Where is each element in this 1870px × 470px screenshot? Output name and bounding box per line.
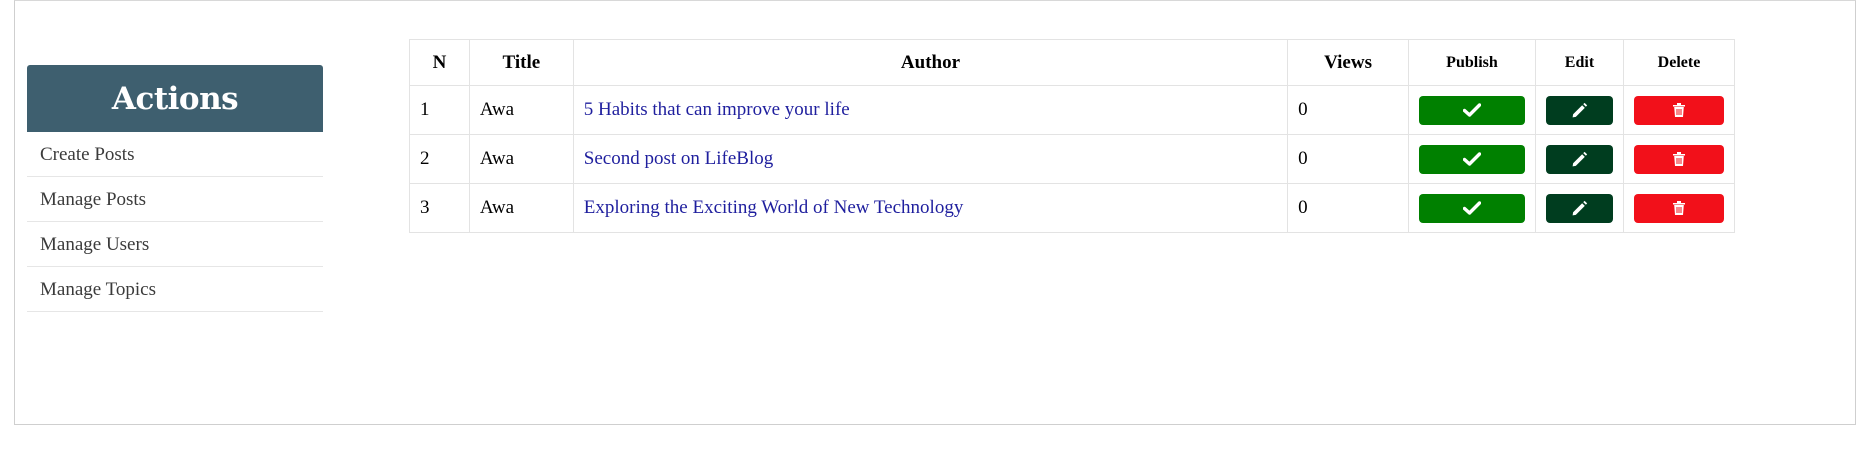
post-link[interactable]: 5 Habits that can improve your life bbox=[584, 99, 850, 120]
pencil-icon bbox=[1572, 151, 1588, 166]
publish-cell bbox=[1407, 134, 1536, 184]
publish-button[interactable] bbox=[1418, 95, 1525, 125]
sidebar: Actions Create Posts Manage Posts Manage… bbox=[27, 65, 323, 312]
sidebar-item-manage-topics[interactable]: Manage Topics bbox=[27, 267, 323, 312]
post-link[interactable]: Exploring the Exciting World of New Tech… bbox=[584, 197, 964, 218]
row-views: 0 bbox=[1287, 85, 1409, 135]
row-author-cell: Second post on LifeBlog bbox=[572, 134, 1289, 184]
sidebar-title: Actions bbox=[27, 65, 323, 132]
row-number: 2 bbox=[409, 134, 470, 184]
trash-icon bbox=[1672, 201, 1685, 215]
pencil-icon bbox=[1572, 102, 1588, 117]
column-header-author: Author bbox=[572, 39, 1289, 86]
edit-button[interactable] bbox=[1545, 144, 1613, 174]
check-icon bbox=[1462, 201, 1481, 215]
column-header-edit: Edit bbox=[1534, 39, 1624, 86]
table-row: 3 Awa Exploring the Exciting World of Ne… bbox=[409, 183, 1736, 233]
edit-button[interactable] bbox=[1545, 193, 1613, 223]
column-header-delete: Delete bbox=[1622, 39, 1736, 86]
check-icon bbox=[1462, 152, 1481, 166]
publish-button[interactable] bbox=[1418, 193, 1525, 223]
posts-table: N Title Author Views Publish Edit Delete… bbox=[409, 39, 1736, 233]
post-link[interactable]: Second post on LifeBlog bbox=[584, 148, 773, 169]
row-views: 0 bbox=[1287, 183, 1409, 233]
publish-button[interactable] bbox=[1418, 144, 1525, 174]
row-title: Awa bbox=[468, 183, 574, 233]
column-header-title: Title bbox=[468, 39, 574, 86]
delete-button[interactable] bbox=[1633, 144, 1724, 174]
row-author-cell: 5 Habits that can improve your life bbox=[572, 85, 1289, 135]
table-row: 2 Awa Second post on LifeBlog 0 bbox=[409, 134, 1736, 184]
delete-button[interactable] bbox=[1633, 95, 1724, 125]
pencil-icon bbox=[1572, 200, 1588, 215]
row-author-cell: Exploring the Exciting World of New Tech… bbox=[572, 183, 1289, 233]
delete-cell bbox=[1622, 85, 1736, 135]
sidebar-item-create-posts[interactable]: Create Posts bbox=[27, 132, 323, 177]
row-title: Awa bbox=[468, 134, 574, 184]
column-header-views: Views bbox=[1287, 39, 1409, 86]
row-number: 3 bbox=[409, 183, 470, 233]
sidebar-item-manage-users[interactable]: Manage Users bbox=[27, 222, 323, 267]
publish-cell bbox=[1407, 85, 1536, 135]
check-icon bbox=[1462, 103, 1481, 117]
row-views: 0 bbox=[1287, 134, 1409, 184]
table-header-row: N Title Author Views Publish Edit Delete bbox=[409, 39, 1736, 86]
edit-cell bbox=[1534, 183, 1624, 233]
delete-cell bbox=[1622, 134, 1736, 184]
edit-cell bbox=[1534, 85, 1624, 135]
row-title: Awa bbox=[468, 85, 574, 135]
publish-cell bbox=[1407, 183, 1536, 233]
row-number: 1 bbox=[409, 85, 470, 135]
edit-button[interactable] bbox=[1545, 95, 1613, 125]
column-header-n: N bbox=[409, 39, 470, 86]
table-row: 1 Awa 5 Habits that can improve your lif… bbox=[409, 85, 1736, 135]
delete-button[interactable] bbox=[1633, 193, 1724, 223]
delete-cell bbox=[1622, 183, 1736, 233]
column-header-publish: Publish bbox=[1407, 39, 1536, 86]
trash-icon bbox=[1672, 103, 1685, 117]
sidebar-item-manage-posts[interactable]: Manage Posts bbox=[27, 177, 323, 222]
trash-icon bbox=[1672, 152, 1685, 166]
edit-cell bbox=[1534, 134, 1624, 184]
